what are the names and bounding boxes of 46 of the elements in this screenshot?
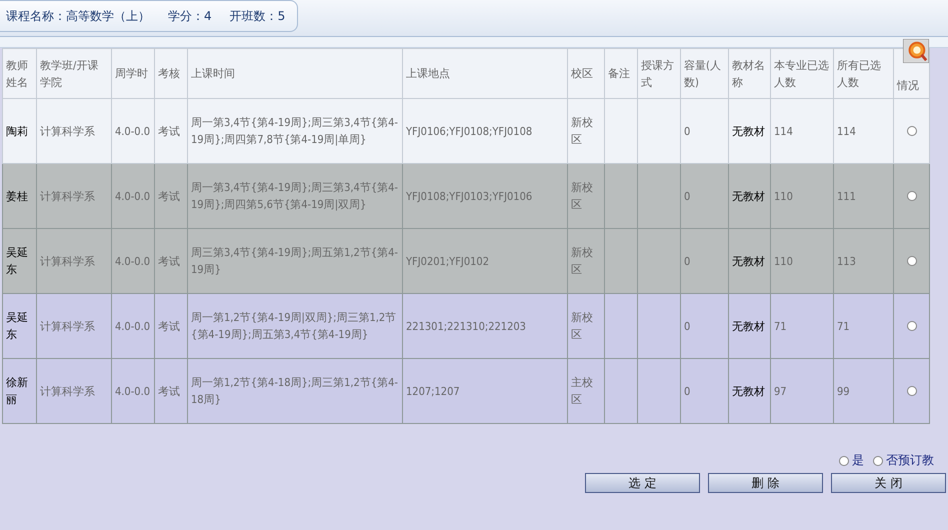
action-button[interactable]: 选 定 [585,473,700,493]
course-info-text: 课程名称：高等数学（上） [6,8,150,24]
table-cell: 考试 [154,358,188,424]
magnifier-icon [903,39,929,63]
table-cell: 无教材 [728,358,770,424]
option-label: 否预订教 [886,452,934,469]
table-cell: 吴延东 [2,228,36,294]
column-header: 校区 [568,48,604,98]
table-cell: 陶莉 [2,98,36,164]
column-header: 教学班/开课学院 [36,48,112,98]
table-cell: 周一第1,2节{第4-18周};周三第1,2节{第4-18周} [188,358,402,424]
table-cell: 徐新丽 [2,358,36,424]
table-cell [604,358,638,424]
table-cell: 4.0-0.0 [112,358,154,424]
column-header: 本专业已选人数 [770,48,834,98]
row-radio[interactable] [906,256,916,266]
column-header: 所有已选人数 [834,48,894,98]
course-info-text: 学分：4 [168,8,212,24]
table-cell: 0 [680,358,728,424]
row-radio[interactable] [906,321,916,332]
column-header: 教材名称 [728,48,770,98]
column-header: 周学时 [112,48,154,98]
table-cell: 计算科学系 [36,358,112,424]
column-header: 上课时间 [188,48,402,98]
column-header: 考核 [154,48,188,98]
column-header: 容量(人数) [680,48,728,98]
column-header: 教师姓名 [2,48,36,98]
table-cell: 吴延东 [2,294,36,358]
action-button[interactable]: 删 除 [708,473,823,493]
table-cell: 姜桂 [2,164,36,228]
option-radio[interactable] [873,456,883,466]
column-header: 备注 [604,48,638,98]
row-radio[interactable] [906,386,916,396]
course-info-text: 开班数：5 [230,8,286,24]
row-radio[interactable] [906,191,916,202]
column-header: 授课方式 [638,48,680,98]
table-cell: 99 [834,358,894,424]
table-cell [638,358,680,424]
action-button[interactable]: 关 闭 [831,473,946,493]
table-cell: 1207;1207 [402,358,568,424]
table-cell: 97 [770,358,834,424]
option-label: 是 [852,452,864,469]
table-cell: 主校区 [568,358,604,424]
row-radio[interactable] [906,126,916,136]
column-header: 上课地点 [402,48,568,98]
option-radio[interactable] [839,456,849,466]
